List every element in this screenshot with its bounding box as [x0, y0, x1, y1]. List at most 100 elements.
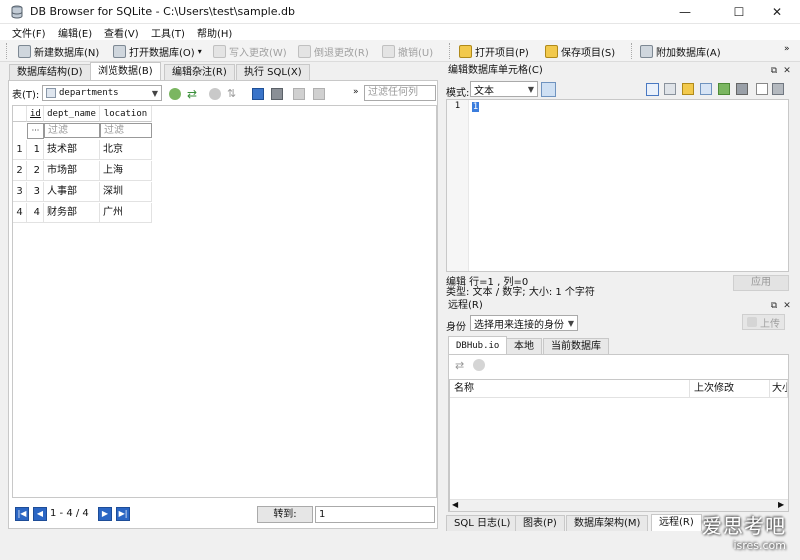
row-header[interactable]: 2: [13, 161, 27, 181]
undo-button[interactable]: 撤销(U): [382, 42, 433, 60]
refresh-icon[interactable]: ⇄: [455, 359, 464, 372]
word-wrap-icon[interactable]: [664, 83, 676, 95]
database-app-icon: [11, 5, 23, 19]
open-project-button[interactable]: 打开项目(P): [459, 42, 529, 60]
close-icon[interactable]: ✕: [780, 65, 794, 77]
row-header[interactable]: 1: [13, 140, 27, 160]
scroll-left-icon[interactable]: ◀: [452, 500, 458, 509]
table-cell[interactable]: 上海: [100, 161, 152, 181]
column-header-dept-name[interactable]: dept_name: [44, 106, 100, 122]
table-cell[interactable]: 2: [27, 161, 44, 181]
identity-select[interactable]: 选择用来连接的身份 ▼: [470, 315, 578, 331]
menu-file[interactable]: 文件(F): [12, 25, 46, 40]
identity-label: 身份: [446, 322, 466, 333]
close-button[interactable]: ✕: [754, 0, 800, 24]
tab-remote[interactable]: 远程(R): [651, 514, 702, 531]
apply-button[interactable]: 应用: [733, 275, 789, 291]
mode-select[interactable]: 文本 ▼: [470, 81, 538, 97]
refresh-icon[interactable]: ⇄: [187, 88, 199, 100]
filter-input-dept-name[interactable]: 过滤: [44, 123, 100, 138]
save-file-icon[interactable]: [772, 83, 784, 95]
menu-edit[interactable]: 编辑(E): [58, 25, 92, 40]
table-cell[interactable]: 人事部: [44, 182, 100, 202]
goto-button[interactable]: 转到:: [257, 506, 313, 523]
tab-browse-data[interactable]: 浏览数据(B): [90, 62, 161, 80]
tab-local[interactable]: 本地: [506, 338, 542, 354]
import-icon[interactable]: [682, 83, 694, 95]
menu-view[interactable]: 查看(V): [104, 25, 139, 40]
table-cell[interactable]: 4: [27, 203, 44, 223]
menu-help[interactable]: 帮助(H): [197, 25, 232, 40]
text-mode-icon[interactable]: [646, 83, 659, 96]
tab-database-structure[interactable]: 数据库结构(D): [9, 64, 91, 80]
toolbar-overflow-icon[interactable]: »: [784, 44, 790, 54]
table-label: 表(T):: [12, 90, 40, 101]
delete-record-icon[interactable]: [313, 88, 325, 100]
new-file-icon[interactable]: [756, 83, 768, 95]
table-cell[interactable]: 1: [27, 140, 44, 160]
tab-plot[interactable]: 图表(P): [515, 515, 565, 531]
tab-current-database[interactable]: 当前数据库: [543, 338, 609, 354]
float-icon[interactable]: ⧉: [767, 65, 781, 77]
save-project-button[interactable]: 保存项目(S): [545, 42, 615, 60]
previous-record-icon[interactable]: ◀: [33, 507, 47, 521]
filter-input-location[interactable]: 过滤: [100, 123, 152, 138]
sort-icon[interactable]: ⇅: [227, 88, 239, 100]
tab-execute-sql[interactable]: 执行 SQL(X): [236, 64, 310, 80]
last-record-icon[interactable]: ▶|: [116, 507, 130, 521]
minimize-button[interactable]: —: [662, 0, 708, 24]
table-cell[interactable]: 3: [27, 182, 44, 202]
tab-dbhub[interactable]: DBHub.io: [448, 336, 508, 354]
column-header-id[interactable]: id: [27, 106, 44, 122]
column-header-last-modified[interactable]: 上次修改: [690, 380, 770, 398]
toolbar-grip[interactable]: [631, 43, 634, 59]
insert-record-icon[interactable]: [293, 88, 305, 100]
attach-database-button[interactable]: 附加数据库(A): [640, 42, 721, 60]
save-table-icon[interactable]: [252, 88, 264, 100]
column-header-location[interactable]: location: [100, 106, 152, 122]
table-cell[interactable]: 技术部: [44, 140, 100, 160]
overflow-icon[interactable]: »: [353, 87, 359, 97]
table-cell[interactable]: 财务部: [44, 203, 100, 223]
table-cell[interactable]: 北京: [100, 140, 152, 160]
table-cell[interactable]: 广州: [100, 203, 152, 223]
upload-button[interactable]: 上传: [742, 314, 785, 330]
next-record-icon[interactable]: ▶: [98, 507, 112, 521]
print-icon[interactable]: [736, 83, 748, 95]
row-header[interactable]: 4: [13, 203, 27, 223]
write-changes-button[interactable]: 写入更改(W): [213, 42, 287, 60]
row-header[interactable]: 3: [13, 182, 27, 202]
first-record-icon[interactable]: |◀: [15, 507, 29, 521]
menu-tools[interactable]: 工具(T): [151, 25, 185, 40]
tab-sql-log[interactable]: SQL 日志(L): [446, 515, 519, 531]
toolbar-grip[interactable]: [449, 43, 452, 59]
open-database-button[interactable]: 打开数据库(O) ▾: [113, 42, 202, 60]
new-database-button[interactable]: 新建数据库(N): [18, 42, 99, 60]
column-header-name[interactable]: 名称: [450, 380, 690, 398]
revert-changes-button[interactable]: 倒退更改(R): [298, 42, 369, 60]
toolbar-grip[interactable]: [6, 43, 9, 59]
close-icon[interactable]: ✕: [780, 300, 794, 312]
scroll-right-icon[interactable]: ▶: [778, 500, 784, 509]
export-icon[interactable]: [700, 83, 712, 95]
table-cell[interactable]: 深圳: [100, 182, 152, 202]
global-filter-input[interactable]: 过滤任何列: [364, 85, 436, 101]
tab-db-schema[interactable]: 数据库架构(M): [566, 515, 649, 531]
chevron-down-icon[interactable]: ▾: [198, 47, 202, 56]
float-icon[interactable]: ⧉: [767, 300, 781, 312]
corner-header[interactable]: [13, 106, 27, 122]
cell-editor-text[interactable]: 1: [472, 102, 479, 112]
auto-format-icon[interactable]: [541, 82, 556, 97]
set-null-icon[interactable]: [718, 83, 730, 95]
filter-row-marker[interactable]: ···: [27, 123, 44, 139]
tab-edit-pragmas[interactable]: 编辑杂注(R): [164, 64, 235, 80]
print-icon[interactable]: [271, 88, 283, 100]
column-header-size[interactable]: 大小: [770, 380, 788, 398]
filter-clear-icon[interactable]: [169, 88, 181, 100]
table-select[interactable]: departments ▼: [42, 85, 162, 101]
table-cell[interactable]: 市场部: [44, 161, 100, 181]
clone-icon[interactable]: [473, 359, 485, 371]
goto-input[interactable]: 1: [315, 506, 435, 523]
clear-filters-icon[interactable]: [209, 88, 221, 100]
cell-editor[interactable]: 1 1: [446, 99, 789, 272]
